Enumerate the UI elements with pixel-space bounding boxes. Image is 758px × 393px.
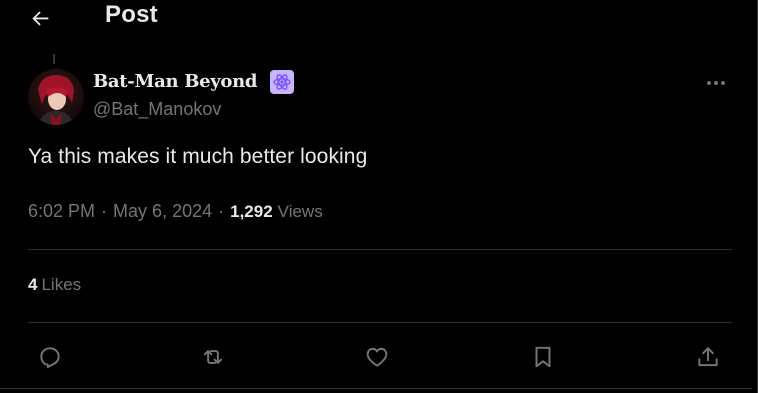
arrow-left-icon xyxy=(32,11,49,26)
avatar-image xyxy=(28,69,84,125)
author-name[interactable]: Bat-Man Beyond xyxy=(93,71,258,92)
avatar[interactable] xyxy=(28,69,84,125)
separator: · xyxy=(218,201,225,221)
divider xyxy=(28,322,732,323)
views-label: Views xyxy=(277,202,323,221)
like-button[interactable] xyxy=(362,342,392,372)
more-dot xyxy=(714,81,718,85)
reply-bubble-icon xyxy=(40,347,60,369)
more-dot xyxy=(721,81,725,85)
bottom-divider xyxy=(0,388,752,389)
share-upload-icon xyxy=(698,347,718,367)
likes-count: 4 xyxy=(28,275,38,294)
atom-icon xyxy=(273,74,291,90)
divider xyxy=(28,249,732,250)
repost-button[interactable] xyxy=(198,342,228,372)
back-button[interactable] xyxy=(26,4,56,32)
reply-button[interactable] xyxy=(35,342,65,372)
bookmark-icon xyxy=(535,346,551,368)
separator: · xyxy=(101,201,108,221)
repost-arrows-icon xyxy=(203,350,223,364)
page-header: Post xyxy=(0,0,752,36)
affiliate-badge[interactable] xyxy=(270,70,294,94)
post-text: Ya this makes it much better looking xyxy=(28,145,368,168)
post-meta: 6:02 PM · May 6, 2024 · 1,292 Views xyxy=(28,201,323,222)
heart-icon xyxy=(366,347,388,367)
post-date[interactable]: May 6, 2024 xyxy=(113,201,212,222)
bookmark-button[interactable] xyxy=(528,342,558,372)
post-time[interactable]: 6:02 PM xyxy=(28,201,95,222)
views-count: 1,292 xyxy=(230,202,273,221)
more-dots-icon xyxy=(707,81,711,85)
likes-label: Likes xyxy=(41,275,82,294)
author-handle[interactable]: @Bat_Manokov xyxy=(93,99,221,120)
thread-connector-line xyxy=(53,54,55,64)
likes-link[interactable]: 4 Likes xyxy=(28,275,81,295)
page-title: Post xyxy=(105,1,158,28)
post-page: Post Bat-Man Beyond @Bat_Manokov Ya this… xyxy=(0,0,758,393)
more-options-button[interactable] xyxy=(700,72,732,94)
share-button[interactable] xyxy=(693,342,723,372)
